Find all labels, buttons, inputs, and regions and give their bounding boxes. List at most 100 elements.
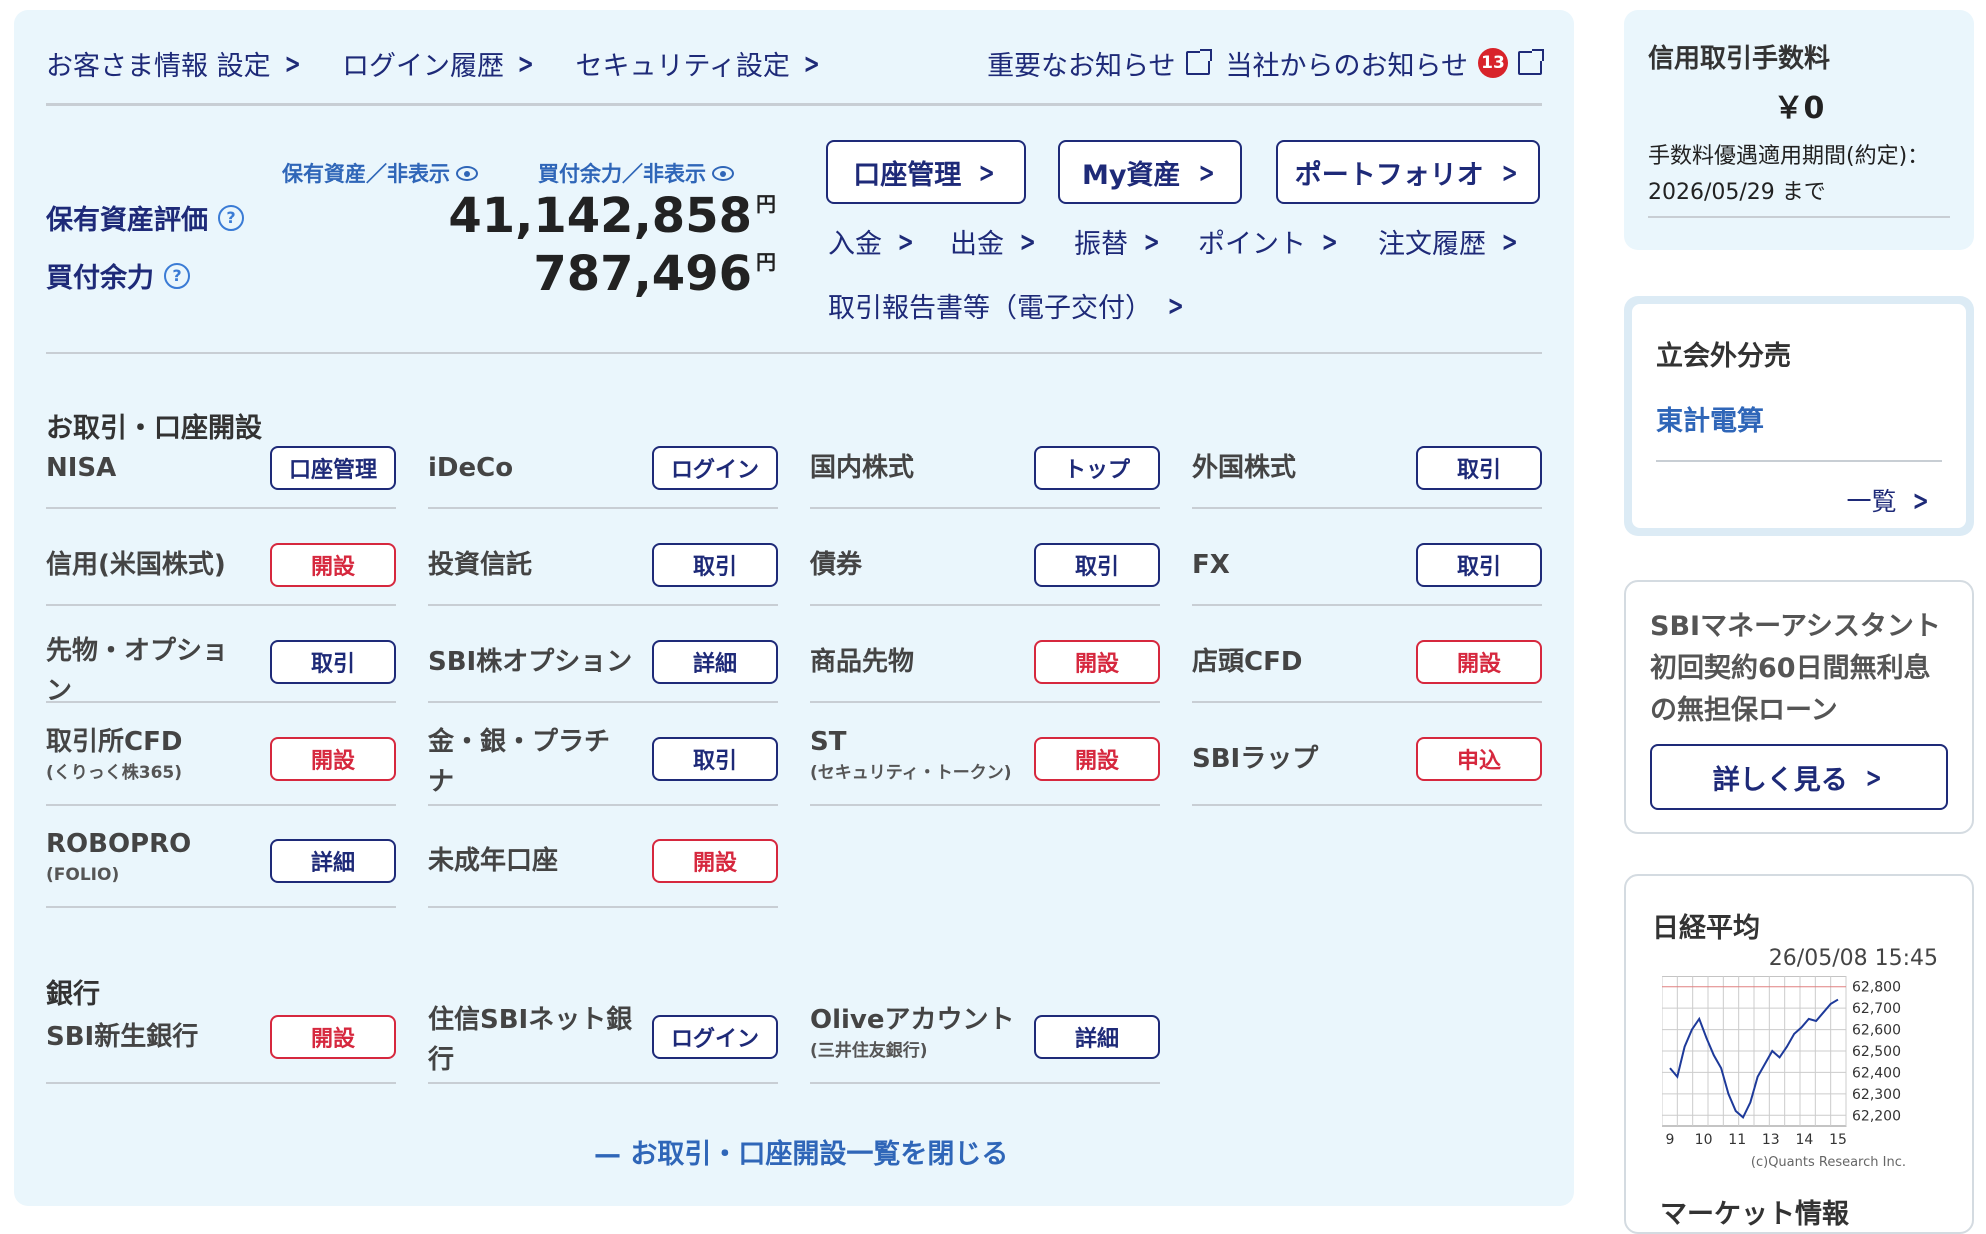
promo-text: SBIマネーアシスタント初回契約60日間無利息の無担保ローン [1650, 611, 1941, 726]
trade-item-action-button[interactable]: 取引 [1034, 543, 1160, 587]
chevron-right-icon: > [1501, 155, 1518, 189]
trade-item-action-button[interactable]: ログイン [652, 1015, 778, 1059]
trade-item-subtitle: (三井住友銀行) [810, 1041, 928, 1061]
trade-item-name: ROBOPRO (FOLIO) [46, 829, 192, 885]
trade-item: 国内株式 トップ [810, 437, 1160, 509]
nikkei-timestamp: 26/05/08 15:45 [1768, 946, 1938, 971]
main-panel: お客さま情報 設定 > ログイン履歴 > セキュリティ設定 > 重要なお知らせ 当社か… [14, 10, 1574, 1206]
trade-item-action-button[interactable]: 開設 [270, 543, 396, 587]
trade-item-action-button[interactable]: 開設 [652, 839, 778, 883]
trade-item-name: 住信SBIネット銀行 [428, 1005, 633, 1075]
trade-item-name: 商品先物 [810, 647, 915, 677]
trade-item-action-button[interactable]: トップ [1034, 446, 1160, 490]
trade-item: iDeCo ログイン [428, 437, 778, 509]
deposit-link[interactable]: 入金 > [828, 222, 917, 261]
trade-reports-link[interactable]: 取引報告書等（電子交付） > [828, 286, 1187, 325]
top-navigation: お客さま情報 設定 > ログイン履歴 > セキュリティ設定 > 重要なお知らせ 当社か… [46, 38, 1544, 88]
trade-item-action-button[interactable]: 口座管理 [270, 446, 396, 490]
order-history-link[interactable]: 注文履歴 > [1378, 222, 1521, 261]
trade-item-action-button[interactable]: 詳細 [270, 839, 396, 883]
my-assets-button[interactable]: My資産 > [1058, 140, 1242, 204]
promo-details-button[interactable]: 詳しく見る > [1650, 744, 1948, 810]
x-tick-label: 14 [1795, 1132, 1813, 1148]
trade-item-action-button[interactable]: 開設 [1416, 640, 1542, 684]
company-notice-link[interactable]: 当社からのお知らせ 13 [1226, 44, 1544, 83]
points-link[interactable]: ポイント > [1198, 222, 1341, 261]
trade-item: 住信SBIネット銀行ログイン [428, 1000, 778, 1084]
trade-item-subtitle: (くりっく株365) [46, 763, 183, 783]
trade-item-name: iDeCo [428, 453, 514, 483]
trade-item: ST (セキュリティ・トークン) 開設 [810, 722, 1160, 806]
account-management-button[interactable]: 口座管理 > [826, 140, 1026, 204]
off-hours-list-link[interactable]: 一覧 > [1847, 482, 1932, 518]
trade-item-subtitle: (FOLIO) [46, 865, 120, 885]
promo-card: SBIマネーアシスタント初回契約60日間無利息の無担保ローン 詳しく見る > [1624, 580, 1974, 834]
trade-item-name: 店頭CFD [1192, 647, 1303, 677]
trade-item: FX 取引 [1192, 534, 1542, 606]
off-hours-item-link[interactable]: 東計電算 [1656, 399, 1942, 438]
trade-item-action-button[interactable]: 取引 [652, 737, 778, 781]
trade-item: Oliveアカウント (三井住友銀行) 詳細 [810, 1000, 1160, 1084]
help-icon[interactable]: ? [218, 204, 244, 231]
y-tick-label: 62,200 [1852, 1108, 1901, 1124]
y-tick-label: 62,500 [1852, 1044, 1901, 1060]
important-notice-link[interactable]: 重要なお知らせ [987, 44, 1212, 83]
holdings-visibility-toggle[interactable]: 保有資産／非表示 [282, 158, 478, 188]
chevron-right-icon: > [1865, 760, 1882, 794]
customer-info-settings-link[interactable]: お客さま情報 設定 > [46, 44, 304, 83]
buying-power-visibility-toggle[interactable]: 買付余力／非表示 [538, 158, 734, 188]
y-tick-label: 62,600 [1852, 1023, 1901, 1039]
trade-item-action-button[interactable]: 開設 [1034, 640, 1160, 684]
trade-item: 取引所CFD (くりっく株365) 開設 [46, 722, 396, 806]
trade-item-subtitle: (セキュリティ・トークン) [810, 763, 1012, 783]
nikkei-card: 日経平均 26/05/08 15:45 62,800 62,700 62,600 62… [1624, 874, 1974, 1234]
notice-links: 重要なお知らせ 当社からのお知らせ 13 [987, 44, 1544, 83]
trade-item: 信用(米国株式) 開設 [46, 534, 396, 606]
y-tick-label: 62,300 [1852, 1087, 1901, 1103]
chevron-right-icon: > [803, 46, 820, 80]
chevron-right-icon: > [1019, 225, 1036, 258]
trade-item-action-button[interactable]: 開設 [1034, 737, 1160, 781]
close-trade-list-link[interactable]: — お取引・口座開設一覧を閉じる [594, 1132, 1008, 1171]
nikkei-title: 日経平均 [1652, 913, 1760, 944]
trade-item-action-button[interactable]: 取引 [1416, 543, 1542, 587]
chevron-right-icon: > [978, 155, 996, 189]
transfer-link[interactable]: 振替 > [1074, 222, 1163, 261]
trade-item-name: 債券 [810, 550, 863, 580]
y-tick-label: 62,800 [1852, 980, 1901, 996]
y-tick-label: 62,700 [1852, 1001, 1901, 1017]
trade-item-action-button[interactable]: 開設 [270, 1015, 396, 1059]
external-link-icon [1518, 49, 1544, 75]
trade-item-name: SBIラップ [1192, 744, 1319, 774]
trade-item: ROBOPRO (FOLIO) 詳細 [46, 824, 396, 908]
trade-item-action-button[interactable]: 取引 [1416, 446, 1542, 490]
withdraw-link[interactable]: 出金 > [950, 222, 1039, 261]
x-tick-label: 11 [1728, 1132, 1746, 1148]
trade-item-action-button[interactable]: 申込 [1416, 737, 1542, 781]
trade-item: 債券 取引 [810, 534, 1160, 606]
trade-item-action-button[interactable]: 詳細 [652, 640, 778, 684]
trade-item: 外国株式 取引 [1192, 437, 1542, 509]
trade-item-action-button[interactable]: 取引 [270, 640, 396, 684]
portfolio-button[interactable]: ポートフォリオ > [1276, 140, 1540, 204]
notification-count-badge: 13 [1478, 48, 1508, 78]
eye-icon [712, 165, 734, 181]
nikkei-chart: 62,800 62,700 62,600 62,500 62,400 62,300 62,2… [1662, 976, 1906, 1170]
eye-icon [456, 165, 478, 181]
chevron-right-icon: > [1167, 289, 1184, 322]
trade-item-action-button[interactable]: ログイン [652, 446, 778, 490]
trade-item-name: Oliveアカウント (三井住友銀行) [810, 1005, 1015, 1061]
security-settings-link[interactable]: セキュリティ設定 > [576, 44, 824, 83]
margin-fee-card: 信用取引手数料 ￥0 手数料優遇適用期間(約定)： 2026/05/29 まで [1624, 10, 1974, 250]
chevron-right-icon: > [284, 46, 301, 80]
trade-item-name: SBI株オプション [428, 647, 633, 677]
help-icon[interactable]: ? [164, 262, 190, 289]
off-hours-distribution-card: 立会外分売 東計電算 一覧 > [1624, 296, 1974, 536]
login-history-link[interactable]: ログイン履歴 > [342, 44, 537, 83]
trade-item-action-button[interactable]: 取引 [652, 543, 778, 587]
account-links: お客さま情報 設定 > ログイン履歴 > セキュリティ設定 > [46, 44, 823, 83]
trade-item-name: 先物・オプション [46, 636, 229, 706]
trade-item-action-button[interactable]: 詳細 [1034, 1015, 1160, 1059]
trade-item-action-button[interactable]: 開設 [270, 737, 396, 781]
trade-item-name: NISA [46, 453, 117, 483]
